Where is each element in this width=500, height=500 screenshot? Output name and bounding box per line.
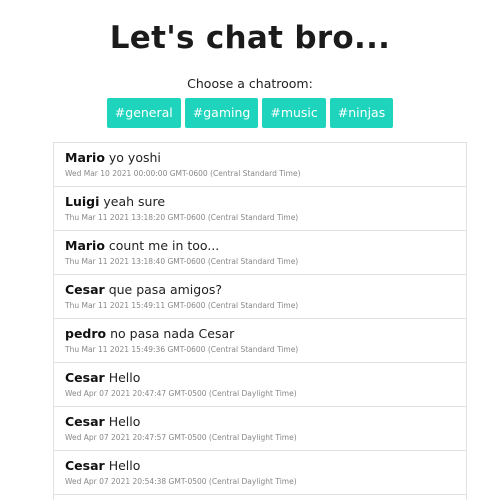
message-author: Cesar: [65, 370, 105, 385]
message-author: pedro: [65, 326, 107, 341]
message-timestamp: Thu Mar 11 2021 13:18:40 GMT-0600 (Centr…: [65, 257, 299, 266]
message-author: Cesar: [65, 414, 105, 429]
message-text: yo yoshi: [108, 150, 161, 165]
message-text: count me in too...: [108, 238, 220, 253]
room-button-music[interactable]: #music: [262, 98, 326, 128]
message-text: yeah sure: [103, 194, 166, 209]
message-text: no pasa nada Cesar: [110, 326, 235, 341]
message-timestamp: Wed Apr 07 2021 20:47:57 GMT-0500 (Centr…: [65, 433, 297, 442]
message-timestamp: Wed Apr 07 2021 20:47:47 GMT-0500 (Centr…: [65, 389, 297, 398]
chat-message: pedro no pasa nada Cesar Thu Mar 11 2021…: [54, 319, 466, 363]
chat-message: Mario count me in too... Thu Mar 11 2021…: [54, 231, 466, 275]
message-author: Luigi: [65, 194, 100, 209]
chat-message: Mario yo yoshi Wed Mar 10 2021 00:00:00 …: [54, 143, 466, 187]
message-timestamp: Wed Mar 10 2021 00:00:00 GMT-0600 (Centr…: [65, 169, 301, 178]
message-timestamp: Thu Mar 11 2021 15:49:36 GMT-0600 (Centr…: [65, 345, 299, 354]
message-author: Cesar: [65, 282, 105, 297]
message-text: Hello: [108, 458, 141, 473]
message-timestamp: Thu Mar 11 2021 15:49:11 GMT-0600 (Centr…: [65, 301, 299, 310]
chat-message-list[interactable]: Mario yo yoshi Wed Mar 10 2021 00:00:00 …: [53, 142, 467, 500]
message-author: Mario: [65, 238, 105, 253]
chat-page: Let's chat bro... Choose a chatroom: #ge…: [0, 0, 500, 500]
chat-message: Cesar Hello Wed Apr 07 2021 20:47:57 GMT…: [54, 407, 466, 451]
message-text: Hello: [108, 414, 141, 429]
chat-message: Cesar que pasa amigos? Thu Mar 11 2021 1…: [54, 275, 466, 319]
chat-message: Cesar Hello Wed Apr 07 2021 20:47:47 GMT…: [54, 363, 466, 407]
message-timestamp: Wed Apr 07 2021 20:54:38 GMT-0500 (Centr…: [65, 477, 297, 486]
message-text: que pasa amigos?: [108, 282, 222, 297]
room-button-gaming[interactable]: #gaming: [184, 98, 259, 128]
room-button-general[interactable]: #general: [106, 98, 181, 128]
message-timestamp: Thu Mar 11 2021 13:18:20 GMT-0600 (Centr…: [65, 213, 299, 222]
message-author: Cesar: [65, 458, 105, 473]
chat-message: Cesar Hello Wed Apr 07 2021 20:54:38 GMT…: [54, 451, 466, 495]
chat-message: Luigi yeah sure Thu Mar 11 2021 13:18:20…: [54, 187, 466, 231]
chatroom-buttons: #general #gaming #music #ninjas: [0, 98, 500, 128]
chatroom-prompt: Choose a chatroom:: [187, 76, 313, 91]
message-text: Hello: [108, 370, 141, 385]
message-author: Mario: [65, 150, 105, 165]
room-button-ninjas[interactable]: #ninjas: [329, 98, 394, 128]
page-title: Let's chat bro...: [109, 20, 391, 56]
